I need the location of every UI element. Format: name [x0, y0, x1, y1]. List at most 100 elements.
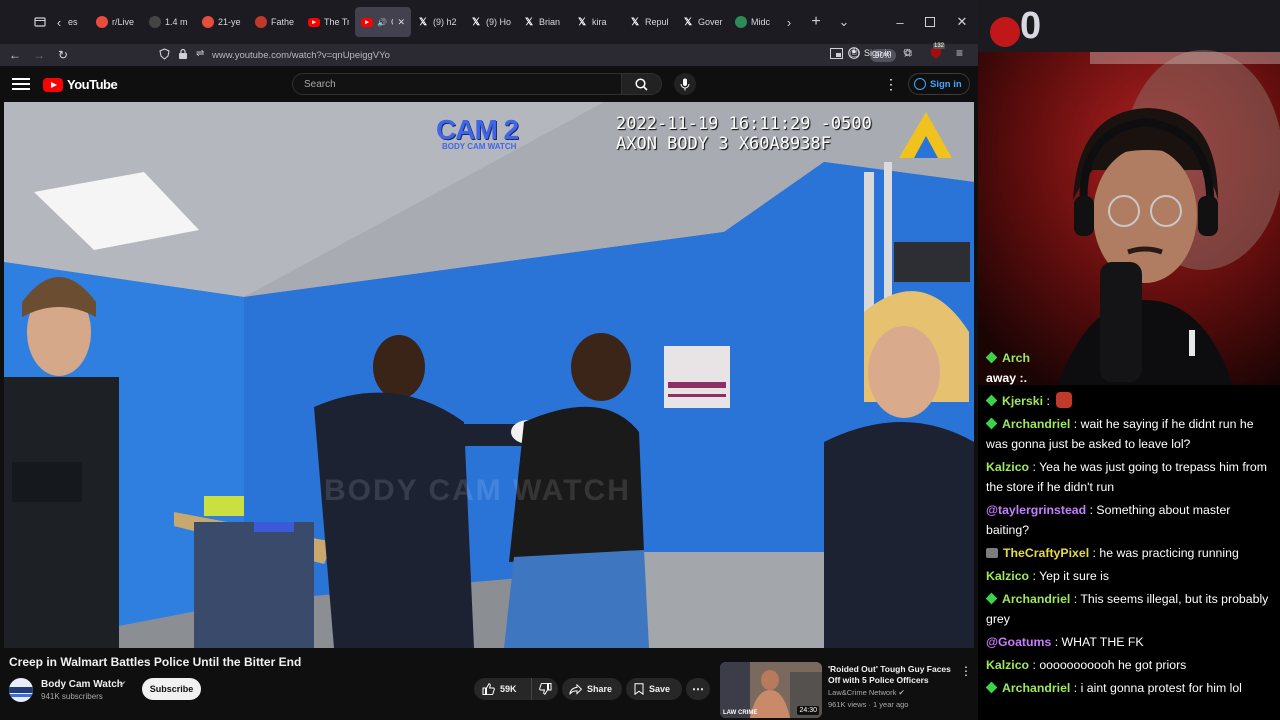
chat-separator: :	[1029, 658, 1040, 672]
forward-icon[interactable]: →	[27, 48, 51, 62]
channel-name[interactable]: Body Cam Watch	[41, 679, 123, 690]
browser-tab[interactable]: 𝕏 (9) h2	[411, 7, 464, 37]
screen: { "browser": { "tabs": [ {"label": "r/Li…	[0, 0, 1280, 720]
save-button[interactable]: Save	[626, 678, 682, 700]
browser-tab[interactable]: Fathe	[249, 7, 302, 37]
youtube-sign-in-button[interactable]: Sign in	[908, 73, 970, 95]
new-tab-icon[interactable]: +	[804, 8, 828, 36]
navigation-bar: ← → ↻ ⇌ www.youtube.com/watch?v=qnUpeigg…	[0, 43, 978, 66]
search-box	[292, 73, 662, 95]
chat-username[interactable]: Kjerski	[1002, 394, 1043, 408]
chat-username[interactable]: Archandriel	[1002, 417, 1070, 431]
subscribe-button[interactable]: Subscribe	[142, 678, 201, 700]
speaker-icon[interactable]: 🔊	[377, 18, 387, 27]
browser-tab[interactable]: 𝕏 Repul	[623, 7, 676, 37]
voice-search-button[interactable]	[674, 73, 696, 95]
chat-username[interactable]: Archandriel	[1002, 592, 1070, 606]
chat-separator: :	[1070, 417, 1081, 431]
browser-tab[interactable]: Midc	[729, 7, 782, 37]
more-actions-button[interactable]: ⋯	[686, 678, 710, 700]
picture-in-picture-icon[interactable]	[830, 48, 843, 61]
browser-tab[interactable]: 𝕏kira	[570, 7, 623, 37]
stream-chat: Arch away :. Kjerski : Archandriel : wait …	[978, 348, 1280, 720]
chat-username[interactable]: Kalzico	[986, 460, 1029, 474]
chat-username[interactable]: Arch	[1002, 351, 1030, 365]
maximize-icon[interactable]	[914, 0, 946, 44]
chat-username[interactable]: @taylergrinstead	[986, 503, 1086, 517]
video-player[interactable]: CAM 2 BODY CAM WATCH 2022-11-19 16:11:29…	[4, 102, 974, 648]
share-icon	[569, 683, 582, 695]
lock-icon[interactable]	[178, 48, 188, 62]
chat-text: ooooooooooh he got priors	[1039, 658, 1187, 672]
chat-username[interactable]: Kalzico	[986, 658, 1029, 672]
chat-separator: :	[1070, 592, 1081, 606]
browser-window: ‹ es r/Live1.4 m21-yeFathe▸The Tr▸🔊Cre✕𝕏…	[0, 0, 978, 720]
browser-tab[interactable]: 1.4 m	[143, 7, 196, 37]
tracking-shield-icon[interactable]	[159, 48, 170, 62]
reload-icon[interactable]: ↻	[51, 48, 75, 62]
account-button[interactable]: Sign in	[848, 47, 892, 59]
chat-separator: :	[1086, 503, 1097, 517]
verified-icon: ✔	[119, 679, 127, 689]
browser-tab[interactable]: 𝕏 Gover	[676, 7, 729, 37]
url-text[interactable]: www.youtube.com/watch?v=qnUpeiggVYo	[212, 50, 390, 61]
related-channel: Law&Crime Network ✔	[828, 688, 905, 697]
permissions-icon[interactable]: ⇌	[196, 48, 204, 59]
chat-username[interactable]: Kalzico	[986, 569, 1029, 583]
settings-more-icon[interactable]: ⋮	[884, 76, 898, 92]
address-bar[interactable]: ⇌ www.youtube.com/watch?v=qnUpeiggVYo ⎙ …	[154, 46, 913, 64]
chat-text: away :.	[986, 371, 1028, 385]
close-tab-icon[interactable]: ✕	[397, 17, 405, 28]
chat-message: Kalzico : Yea he was just going to trepa…	[986, 457, 1274, 497]
tab-fragment[interactable]: es	[66, 7, 90, 37]
chat-separator: :	[1051, 635, 1062, 649]
share-button[interactable]: Share	[562, 678, 622, 700]
tab-list-icon[interactable]	[28, 8, 52, 36]
back-icon[interactable]: ←	[3, 48, 27, 62]
close-window-icon[interactable]: ✕	[946, 0, 978, 44]
search-input[interactable]	[293, 74, 623, 94]
browser-tab[interactable]: 21-ye	[196, 7, 249, 37]
like-button[interactable]: 59K	[474, 678, 532, 700]
gift-badge-icon	[986, 548, 998, 558]
chat-username[interactable]: TheCraftyPixel	[1003, 546, 1089, 560]
like-dislike-group: 59K	[474, 678, 558, 700]
minimize-icon[interactable]: –	[884, 0, 916, 44]
browser-tab[interactable]: ▸ The Tr	[302, 7, 355, 37]
pbs-icon	[149, 16, 161, 28]
chat-text: Yep it sure is	[1039, 569, 1110, 583]
browser-tab[interactable]: 𝕏 (9) Ho	[464, 7, 517, 37]
chat-username[interactable]: Archandriel	[1002, 681, 1070, 695]
extensions-icon[interactable]: ⧉	[904, 47, 912, 60]
dislike-button[interactable]	[532, 678, 558, 700]
chat-separator: :	[1029, 569, 1040, 583]
related-title[interactable]: 'Roided Out' Tough Guy Faces Off with 5 …	[828, 664, 952, 686]
list-all-tabs-icon[interactable]: ⌄	[832, 8, 856, 36]
app-menu-icon[interactable]: ≡	[956, 46, 963, 60]
related-video[interactable]: LAW CRIME 24:30 'Roided Out' Tough Guy F…	[720, 662, 978, 720]
verified-icon: ✔	[898, 688, 905, 697]
cam-sublabel: BODY CAM WATCH	[442, 142, 517, 151]
youtube-logo[interactable]: YouTube	[43, 77, 118, 92]
browser-tab[interactable]: r/Live	[90, 7, 143, 37]
related-thumbnail[interactable]: LAW CRIME 24:30	[720, 662, 822, 718]
chat-username[interactable]: @Goatums	[986, 635, 1051, 649]
browser-tab[interactable]: 𝕏 Brian	[517, 7, 570, 37]
user-icon	[914, 78, 926, 90]
guide-menu-icon[interactable]	[12, 75, 30, 93]
related-more-icon[interactable]: ⋮	[960, 664, 972, 678]
scroll-tabs-right-icon[interactable]: ›	[782, 8, 796, 36]
news-icon	[255, 16, 267, 28]
search-button[interactable]	[621, 74, 661, 94]
x-icon: 𝕏	[577, 16, 587, 28]
related-channel-badge: LAW CRIME	[723, 710, 758, 716]
browser-tab[interactable]: ▸🔊Cre✕	[355, 7, 411, 37]
stream-counter: 0	[986, 6, 1041, 46]
scroll-tabs-left-icon[interactable]: ‹	[52, 8, 66, 36]
video-frame	[4, 102, 974, 648]
related-duration: 24:30	[797, 706, 819, 715]
shield-icon	[96, 16, 108, 28]
chat-message: @Goatums : WHAT THE FK	[986, 632, 1274, 652]
channel-avatar[interactable]	[9, 678, 33, 702]
ublock-extension-icon[interactable]: 132	[929, 43, 946, 60]
